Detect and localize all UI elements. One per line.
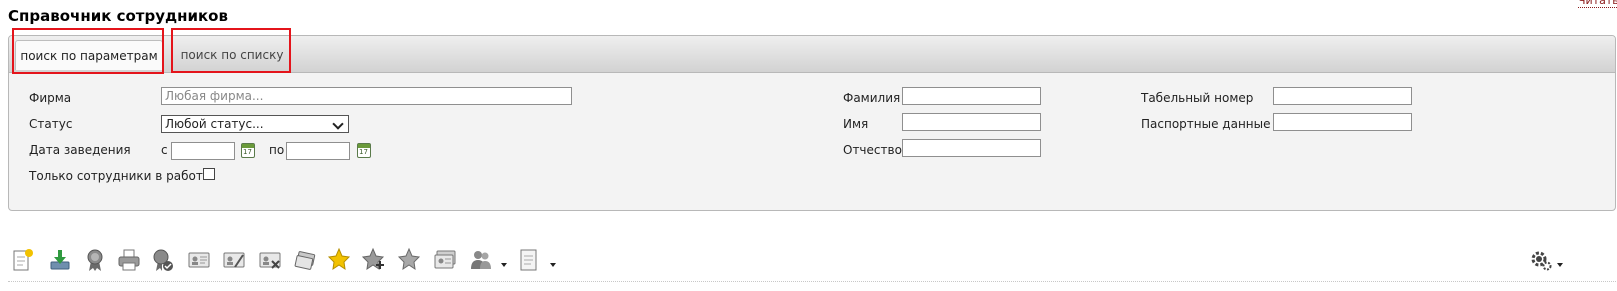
surname-label: Фамилия — [843, 91, 901, 105]
id-card-icon[interactable] — [187, 247, 211, 273]
read-link[interactable]: Читать — [1578, 0, 1617, 8]
star-add-icon[interactable] — [362, 247, 386, 273]
document-menu-icon[interactable] — [517, 247, 541, 273]
status-select-value: Любой статус... — [165, 117, 264, 131]
status-label: Статус — [29, 117, 73, 131]
chevron-down-icon — [332, 118, 344, 130]
firm-label: Фирма — [29, 91, 72, 105]
star-icon[interactable] — [327, 247, 351, 273]
cards-stack-icon[interactable] — [293, 247, 317, 273]
passport-label: Паспортные данные — [1141, 117, 1271, 131]
tab-search-by-params[interactable]: поиск по параметрам — [15, 40, 163, 70]
date-label: Дата заведения — [29, 143, 131, 157]
award-icon[interactable] — [83, 247, 107, 273]
toolbar-divider — [8, 281, 1616, 282]
name-input[interactable] — [902, 113, 1041, 131]
only-working-checkbox[interactable] — [203, 168, 215, 180]
calendar-icon[interactable] — [241, 143, 255, 158]
patronymic-input[interactable] — [902, 139, 1041, 157]
tab-search-by-list[interactable]: поиск по списку — [173, 40, 291, 70]
users-menu-icon[interactable] — [469, 247, 493, 273]
date-to-label: по — [269, 143, 285, 157]
firm-input[interactable] — [161, 87, 572, 105]
id-card-edit-icon[interactable] — [222, 247, 246, 273]
calendar-icon[interactable] — [357, 143, 371, 158]
id-card-delete-icon[interactable] — [258, 247, 282, 273]
star-remove-icon[interactable] — [397, 247, 421, 273]
search-panel: поиск по параметрам поиск по списку Фирм… — [8, 35, 1616, 211]
patronymic-label: Отчество — [843, 143, 902, 157]
approve-award-icon[interactable] — [151, 247, 175, 273]
name-label: Имя — [843, 117, 869, 131]
tab-number-label: Табельный номер — [1141, 91, 1254, 105]
new-document-icon[interactable] — [10, 247, 34, 273]
settings-gear-icon[interactable] — [1529, 247, 1553, 273]
page-title: Справочник сотрудников — [8, 7, 228, 25]
only-working-label: Только сотрудники в работе — [29, 169, 211, 183]
surname-input[interactable] — [902, 87, 1041, 105]
tab-number-input[interactable] — [1273, 87, 1412, 105]
passport-input[interactable] — [1273, 113, 1412, 131]
print-icon[interactable] — [117, 247, 141, 273]
id-card-list-icon[interactable] — [433, 247, 457, 273]
status-select[interactable]: Любой статус... — [161, 115, 349, 133]
search-tabbar: поиск по параметрам поиск по списку — [9, 36, 1615, 73]
date-to-input[interactable] — [286, 142, 350, 160]
download-icon[interactable] — [48, 247, 72, 273]
chevron-down-icon[interactable] — [550, 263, 556, 267]
date-from-label: с — [161, 143, 168, 157]
chevron-down-icon[interactable] — [1557, 263, 1563, 267]
date-from-input[interactable] — [171, 142, 235, 160]
chevron-down-icon[interactable] — [501, 263, 507, 267]
